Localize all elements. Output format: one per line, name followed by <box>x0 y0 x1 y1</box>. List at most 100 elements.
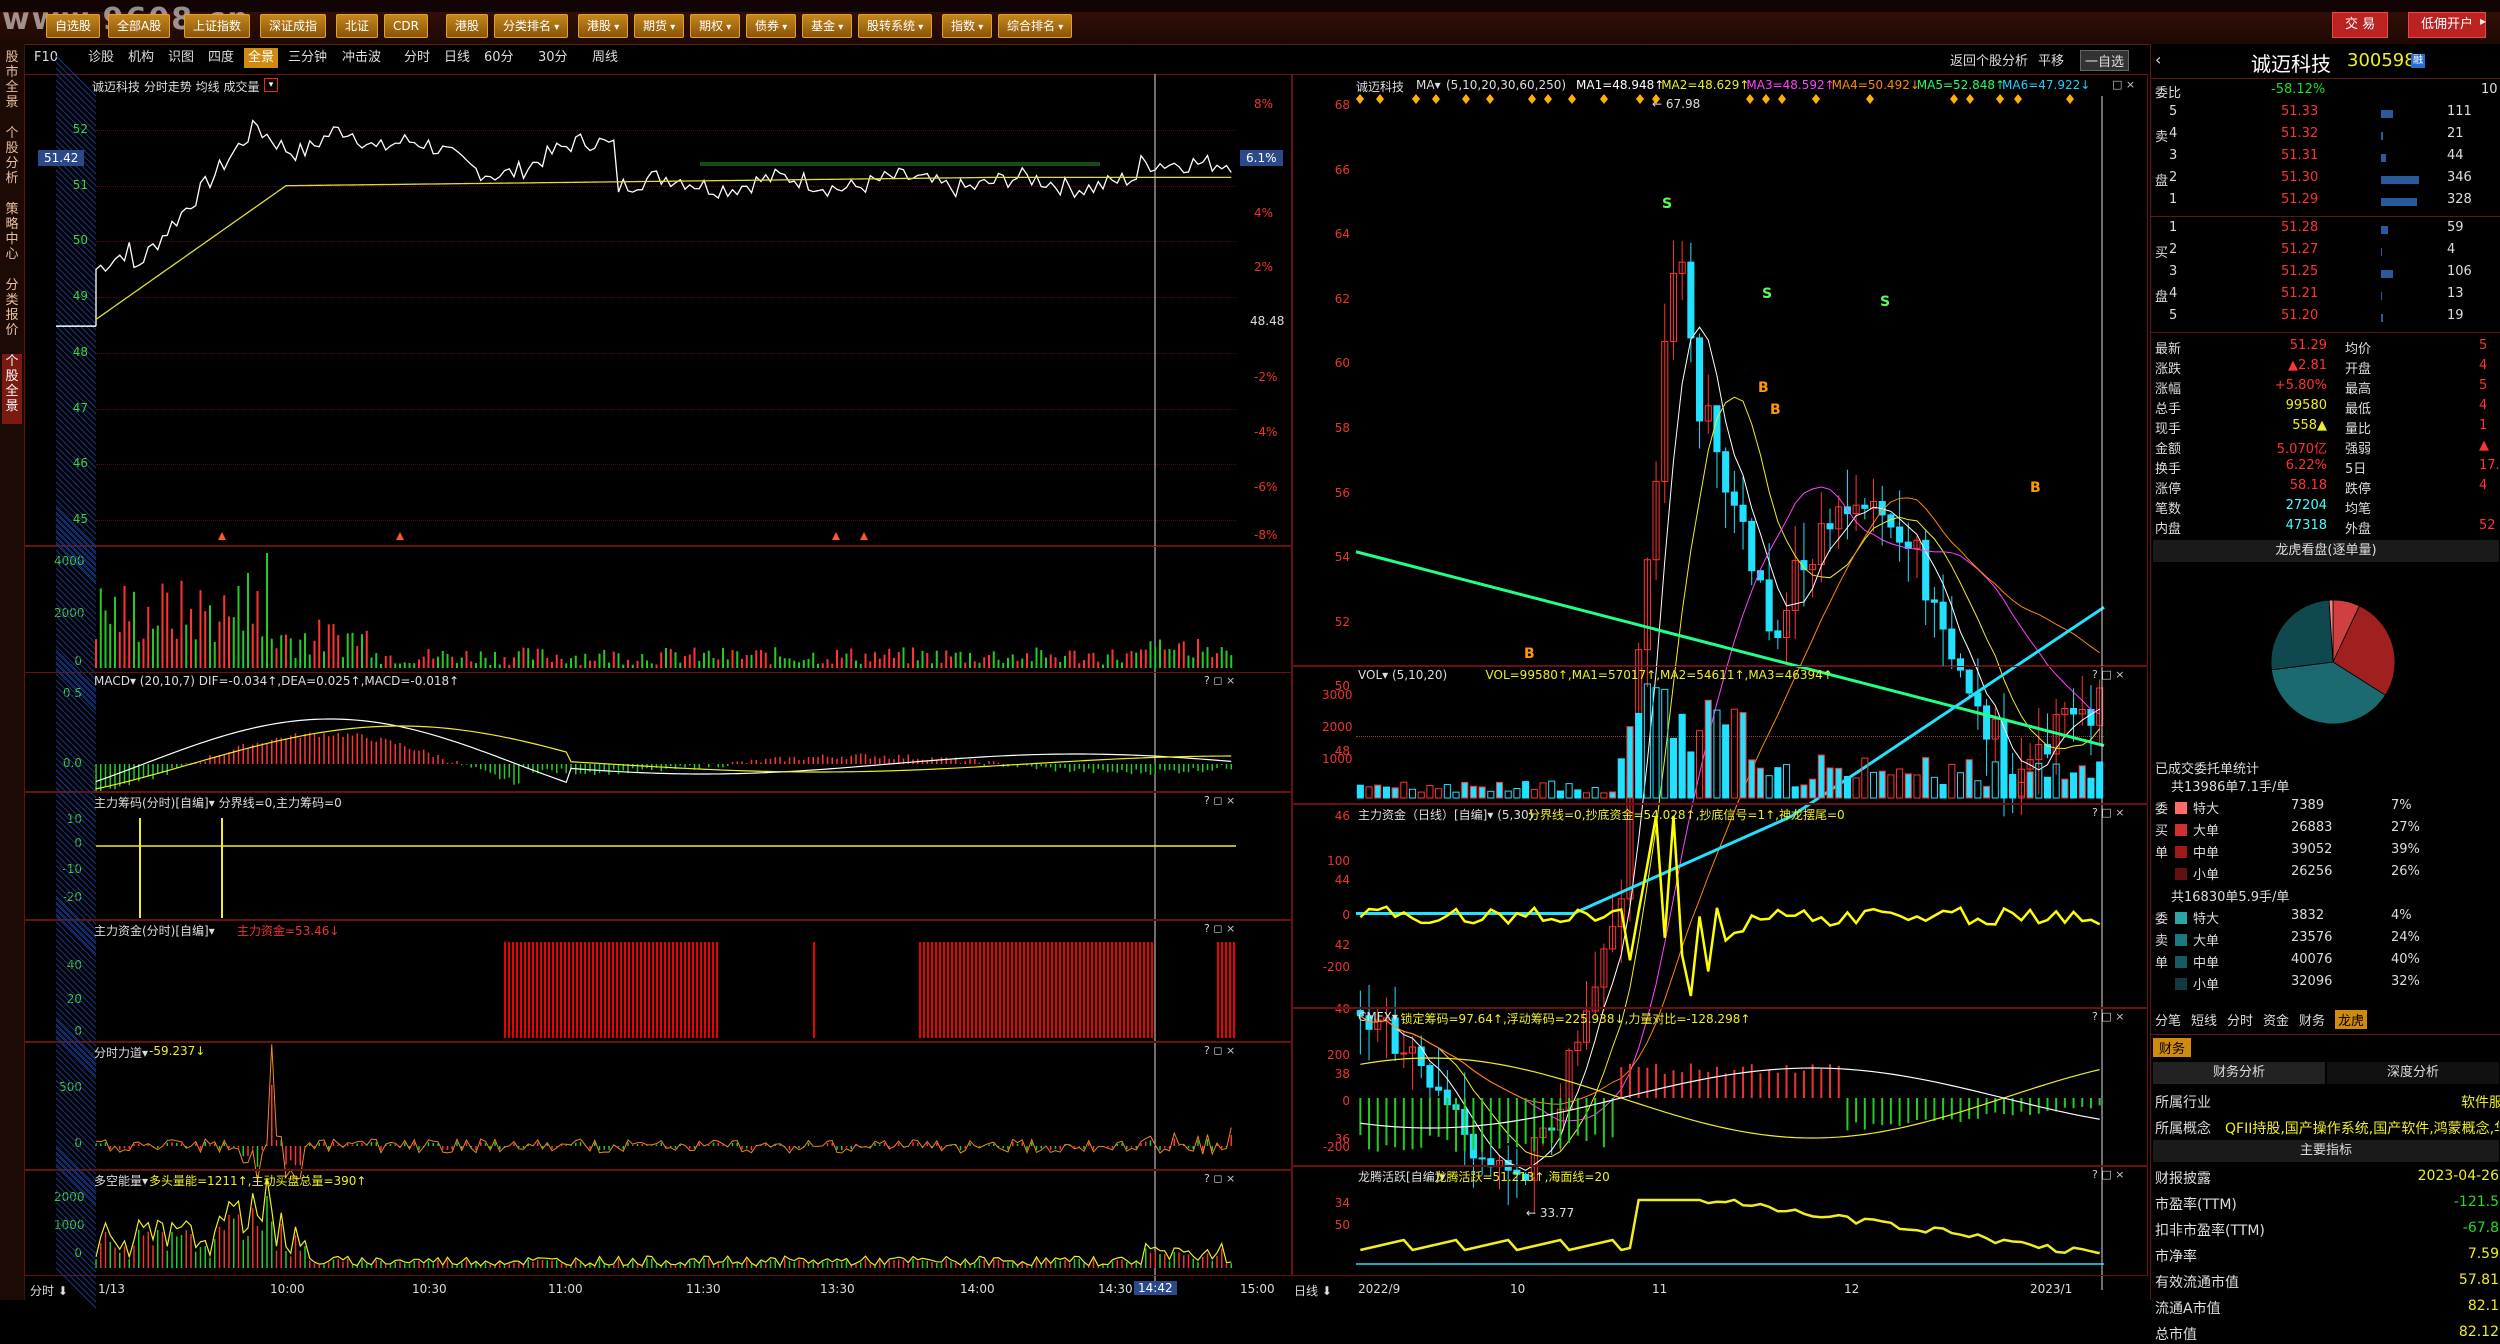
volume: 44 <box>2447 148 2464 163</box>
signal-diamond <box>1412 94 1420 104</box>
entrust-cell: 特大 <box>2193 798 2219 817</box>
legend-swatch <box>2175 978 2187 990</box>
panel-controls[interactable]: ? □ × <box>2092 1010 2124 1023</box>
concept-value: QFII持股,国产操作系统,国产软件,鸿蒙概念,华为 <box>2225 1118 2499 1138</box>
open-account-button[interactable]: 低佣开户 <box>2408 12 2486 38</box>
stat-cell: 涨幅 <box>2155 378 2181 397</box>
candle-body <box>1688 262 1694 338</box>
stat-row: 换手6.22%5日17. <box>2151 458 2500 478</box>
sell-level-5[interactable]: 551.33111 <box>2151 104 2500 124</box>
stat-cell: 开盘 <box>2345 358 2371 377</box>
daily-period-button[interactable]: 日线 ⬇ <box>1294 1282 1332 1299</box>
dragon-active-panel-title[interactable]: 龙腾活跃[自编]▾ <box>1358 1168 1445 1185</box>
stat-cell: +5.80% <box>2247 378 2327 393</box>
buy-level-3[interactable]: 351.25106 <box>2151 264 2500 284</box>
quote-tab-0[interactable]: 分笔 <box>2155 1010 2181 1029</box>
finance-analysis-tab[interactable]: 财务分析 <box>2153 1062 2325 1084</box>
quote-tab-4[interactable]: 财务 <box>2299 1010 2325 1029</box>
entrust-cell: 26% <box>2391 864 2420 879</box>
dragon-active-panel-values: 龙腾活跃=51.213↑,海面线=20 <box>1435 1168 1610 1185</box>
quote-tab-2[interactable]: 分时 <box>2227 1010 2253 1029</box>
legend-swatch <box>2175 802 2187 814</box>
signal-diamond <box>1356 94 1364 104</box>
daily-vol-panel-title[interactable]: VOL▾ (5,10,20) <box>1358 668 1447 682</box>
stat-cell: 金额 <box>2155 438 2181 457</box>
stat-row: 涨跌▲2.81开盘4 <box>2151 358 2500 378</box>
sell-level-2[interactable]: 251.30346 <box>2151 170 2500 190</box>
quote-tab-5[interactable]: 龙虎 <box>2335 1010 2367 1029</box>
stat-cell: 最新 <box>2155 338 2181 357</box>
candle-body <box>1740 505 1746 521</box>
sell-entrust-total: 共16830单5.9手/单 <box>2171 886 2289 905</box>
entrust-cell: 3832 <box>2291 908 2324 923</box>
volume: 111 <box>2447 104 2472 119</box>
legend-swatch <box>2175 824 2187 836</box>
quote-tab-3[interactable]: 资金 <box>2263 1010 2289 1029</box>
price: 51.25 <box>2281 264 2318 279</box>
entrust-cell: 中单 <box>2193 842 2219 861</box>
entrust-cell: 39052 <box>2291 842 2332 857</box>
quote-tab-1[interactable]: 短线 <box>2191 1010 2217 1029</box>
stat-cell: 均笔 <box>2345 498 2371 517</box>
sell-side-label: 盘 <box>2155 170 2168 189</box>
sell-entrust-row: 委特大38324% <box>2151 908 2500 928</box>
price: 51.28 <box>2281 220 2318 235</box>
entrust-cell: 大单 <box>2193 820 2219 839</box>
entrust-cell: 单 <box>2155 952 2168 971</box>
buy-level-4[interactable]: 451.2113 <box>2151 286 2500 306</box>
panel-controls[interactable]: ? □ × <box>2092 806 2124 819</box>
signal-diamond <box>1950 94 1958 104</box>
buy-level-5[interactable]: 551.2019 <box>2151 308 2500 328</box>
cmfx-panel-title[interactable]: CMFX▾ <box>1358 1010 1398 1024</box>
entrust-cell: 委 <box>2155 908 2168 927</box>
metric-label: 市盈率(TTM) <box>2155 1194 2237 1214</box>
stat-row: 内盘47318外盘52 <box>2151 518 2500 538</box>
volume-bar <box>2381 198 2417 206</box>
panel-controls[interactable]: ? □ × <box>2092 668 2124 681</box>
daily-x-tick: 2023/1 <box>2030 1282 2072 1296</box>
signal-B: B <box>1524 646 1535 662</box>
stat-cell: 1 <box>2479 418 2487 433</box>
candle-body <box>1749 521 1755 570</box>
signal-diamond <box>1778 94 1786 104</box>
legend-swatch <box>2175 934 2187 946</box>
entrust-cell: 23576 <box>2291 930 2332 945</box>
volume: 106 <box>2447 264 2472 279</box>
stat-row: 笔数27204均笔 <box>2151 498 2500 518</box>
sell-level-3[interactable]: 351.3144 <box>2151 148 2500 168</box>
finance-tab[interactable]: 财务 <box>2153 1038 2191 1057</box>
metric-value: 7.59 <box>2411 1246 2499 1262</box>
daily-funds-panel-title[interactable]: 主力资金（日线）[自编]▾ (5,30) <box>1358 806 1533 823</box>
level: 1 <box>2169 192 2177 207</box>
candle-body <box>1723 452 1729 492</box>
buy-level-1[interactable]: 151.2859 <box>2151 220 2500 240</box>
legend-swatch <box>2175 956 2187 968</box>
candle-body <box>1775 631 1781 638</box>
deep-analysis-tab[interactable]: 深度分析 <box>2327 1062 2499 1084</box>
more-icon[interactable]: ▸ <box>2480 14 2486 28</box>
signal-B: B <box>1770 402 1781 418</box>
signal-diamond <box>1600 94 1608 104</box>
volume: 328 <box>2447 192 2472 207</box>
tick: 0 <box>1322 1094 1350 1108</box>
daily-vol-panel <box>1292 666 2148 804</box>
daily-x-tick: 11 <box>1652 1282 1667 1296</box>
price: 51.33 <box>2281 104 2318 119</box>
buy-level-2[interactable]: 251.274 <box>2151 242 2500 262</box>
volume: 21 <box>2447 126 2464 141</box>
volume-bar <box>2381 176 2419 184</box>
tick: 3000 <box>1322 688 1350 702</box>
volume: 59 <box>2447 220 2464 235</box>
price: 51.31 <box>2281 148 2318 163</box>
signal-diamond <box>1462 94 1470 104</box>
back-icon[interactable]: ‹ <box>2155 50 2161 69</box>
sell-level-4[interactable]: 451.3221 <box>2151 126 2500 146</box>
stat-cell: 笔数 <box>2155 498 2181 517</box>
stat-cell: 5 <box>2479 378 2487 393</box>
trade-button[interactable]: 交 易 <box>2332 12 2388 38</box>
entrust-cell: 26883 <box>2291 820 2332 835</box>
buy-entrust-row: 买大单2688327% <box>2151 820 2500 840</box>
sell-level-1[interactable]: 151.29328 <box>2151 192 2500 212</box>
entrust-cell: 单 <box>2155 842 2168 861</box>
panel-controls[interactable]: ? □ × <box>2092 1168 2124 1181</box>
